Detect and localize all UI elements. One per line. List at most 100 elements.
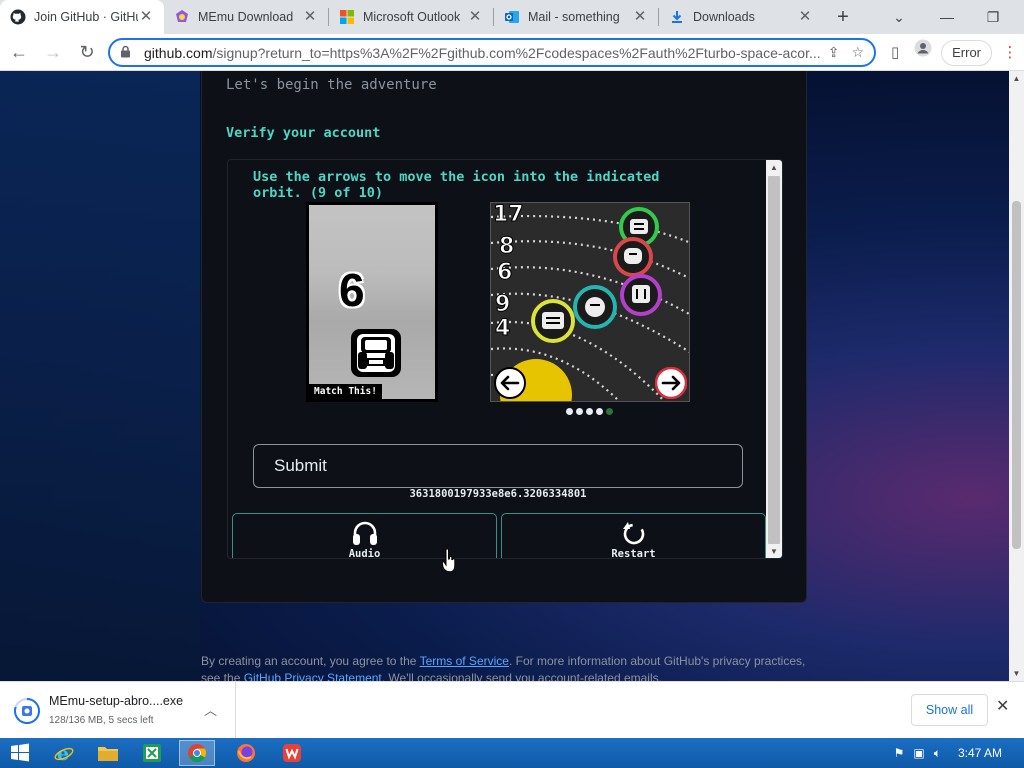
session-id: 3631800197933e8e6.3206334801 (409, 488, 587, 500)
tab-title: Mail - something (528, 10, 620, 24)
taskbar-clock[interactable]: 3:47 AM (958, 746, 1002, 760)
tab-microsoft-outlook[interactable]: Microsoft Outlook ✕ (329, 0, 493, 34)
network-icon[interactable]: ▣ (913, 746, 924, 760)
progress-dot (566, 408, 573, 415)
start-button[interactable] (2, 740, 38, 766)
download-status: 128/136 MB, 5 secs left (49, 715, 154, 726)
folder-icon (98, 747, 118, 761)
show-all-button[interactable]: Show all (911, 694, 988, 726)
reload-icon[interactable]: ↻ (72, 37, 102, 67)
tab-downloads[interactable]: Downloads ✕ (659, 0, 823, 34)
progress-dot (576, 408, 583, 415)
download-icon (669, 9, 685, 25)
outlook-icon (504, 9, 520, 25)
scroll-down-icon[interactable]: ▼ (1009, 666, 1024, 681)
excel-app[interactable] (134, 740, 170, 766)
restart-icon (622, 522, 644, 545)
system-tray: ⚑ ▣ 🔈︎ 3:47 AM (894, 738, 1024, 768)
lock-icon (120, 45, 134, 61)
tab-strip: Join GitHub · GitHub ✕ MEmu Download ✕ M… (0, 0, 1024, 34)
wps-office-app[interactable] (274, 740, 310, 766)
tab-search-chevron-icon[interactable]: ⌄ (874, 9, 924, 26)
error-button[interactable]: Error (941, 39, 992, 66)
chevron-up-icon[interactable]: ︿ (204, 700, 217, 719)
download-filename: MEmu-setup-abro....exe (49, 694, 184, 708)
progress-dot-current (606, 408, 613, 415)
progress-dot (596, 408, 603, 415)
submit-button[interactable]: Submit (253, 444, 743, 488)
armchair-icon (351, 329, 401, 377)
close-tab-icon[interactable]: ✕ (632, 9, 648, 25)
action-center-flag-icon[interactable]: ⚑ (894, 746, 905, 760)
share-icon[interactable]: ⇪ (828, 44, 840, 61)
windows-logo-icon (11, 743, 29, 762)
browser-toolbar: ← → ↻ github.com/signup?return_to=https%… (0, 34, 1024, 71)
scroll-up-icon[interactable]: ▲ (1009, 71, 1024, 86)
close-tab-icon[interactable]: ✕ (302, 9, 318, 25)
chrome-app[interactable] (179, 740, 215, 766)
hand-cursor-icon (442, 548, 456, 573)
terms-of-service-link[interactable]: Terms of Service (420, 654, 509, 668)
close-tab-icon[interactable]: ✕ (467, 9, 483, 25)
profile-avatar-icon[interactable] (909, 39, 937, 67)
scroll-down-icon[interactable]: ▼ (766, 544, 782, 558)
match-label: Match This! (309, 384, 382, 399)
close-tab-icon[interactable]: ✕ (797, 9, 813, 25)
legal-notice: By creating an account, you agree to the… (201, 653, 811, 681)
privacy-statement-link[interactable]: GitHub Privacy Statement (244, 671, 382, 681)
tagline: Let's begin the adventure (226, 77, 437, 93)
orbit-number: 17 (493, 203, 524, 227)
audio-label: Audio (348, 548, 381, 559)
match-image: 6 Match This! (306, 202, 438, 402)
volume-muted-icon[interactable]: 🔈︎ (934, 746, 941, 761)
windows-taskbar: e ⚑ ▣ 🔈︎ 3:47 AM (0, 738, 1024, 768)
address-bar[interactable]: github.com/signup?return_to=https%3A%2F%… (108, 38, 876, 67)
minimize-icon[interactable]: — (924, 9, 970, 25)
side-panel-icon[interactable]: ▯ (881, 39, 909, 67)
page-scrollbar[interactable]: ▲ ▼ (1009, 71, 1024, 681)
window-controls: ⌄ — ❐ ✕ (874, 0, 1024, 34)
orbit-number: 8 (499, 234, 514, 259)
new-tab-button[interactable]: + (829, 3, 857, 31)
orbit-number: 6 (497, 260, 512, 285)
file-explorer-app[interactable] (90, 740, 126, 766)
menu-kebab-icon[interactable]: ⋮ (996, 39, 1024, 67)
audio-button[interactable]: Audio (232, 513, 497, 559)
restart-button[interactable]: Restart (501, 513, 766, 558)
scroll-up-icon[interactable]: ▲ (766, 160, 782, 176)
github-icon (10, 9, 26, 25)
close-window-icon[interactable]: ✕ (1016, 9, 1024, 26)
internet-explorer-app[interactable]: e (46, 740, 82, 766)
scroll-thumb[interactable] (1012, 201, 1021, 549)
internet-explorer-icon: e (54, 743, 74, 763)
verify-title: Verify your account (226, 125, 381, 141)
captcha-instruction: Use the arrows to move the icon into the… (253, 169, 660, 201)
orbit-number: 4 (495, 316, 510, 341)
orbit-puzzle: 17 8 6 9 4 (490, 202, 690, 402)
close-download-bar-icon[interactable]: ✕ (996, 696, 1009, 716)
captcha-scrollbar[interactable]: ▲ ▼ (766, 160, 782, 558)
wps-office-icon (283, 744, 301, 762)
firefox-icon (237, 744, 255, 762)
tab-memu[interactable]: MEmu Download ✕ (164, 0, 328, 34)
restore-icon[interactable]: ❐ (970, 9, 1016, 26)
progress-dots (566, 408, 613, 415)
headphones-icon (352, 521, 377, 545)
right-arrow-button[interactable] (655, 367, 687, 399)
tab-title: Join GitHub · GitHub (34, 10, 138, 24)
tab-title: MEmu Download (198, 10, 294, 24)
memu-icon (174, 9, 190, 25)
forward-arrow-icon[interactable]: → (38, 37, 68, 67)
scroll-thumb[interactable] (768, 176, 780, 544)
back-arrow-icon[interactable]: ← (4, 37, 34, 67)
close-tab-icon[interactable]: ✕ (138, 9, 154, 25)
tab-mail[interactable]: Mail - something ✕ (494, 0, 658, 34)
download-item[interactable]: MEmu-setup-abro....exe 128/136 MB, 5 sec… (0, 682, 236, 739)
tab-join-github[interactable]: Join GitHub · GitHub ✕ (0, 0, 164, 34)
orbit-number: 9 (495, 292, 510, 317)
bookmark-star-icon[interactable]: ☆ (851, 44, 864, 61)
installer-file-icon (14, 698, 40, 724)
excel-icon (143, 744, 161, 762)
left-arrow-button[interactable] (494, 367, 526, 399)
firefox-app[interactable] (228, 740, 264, 766)
